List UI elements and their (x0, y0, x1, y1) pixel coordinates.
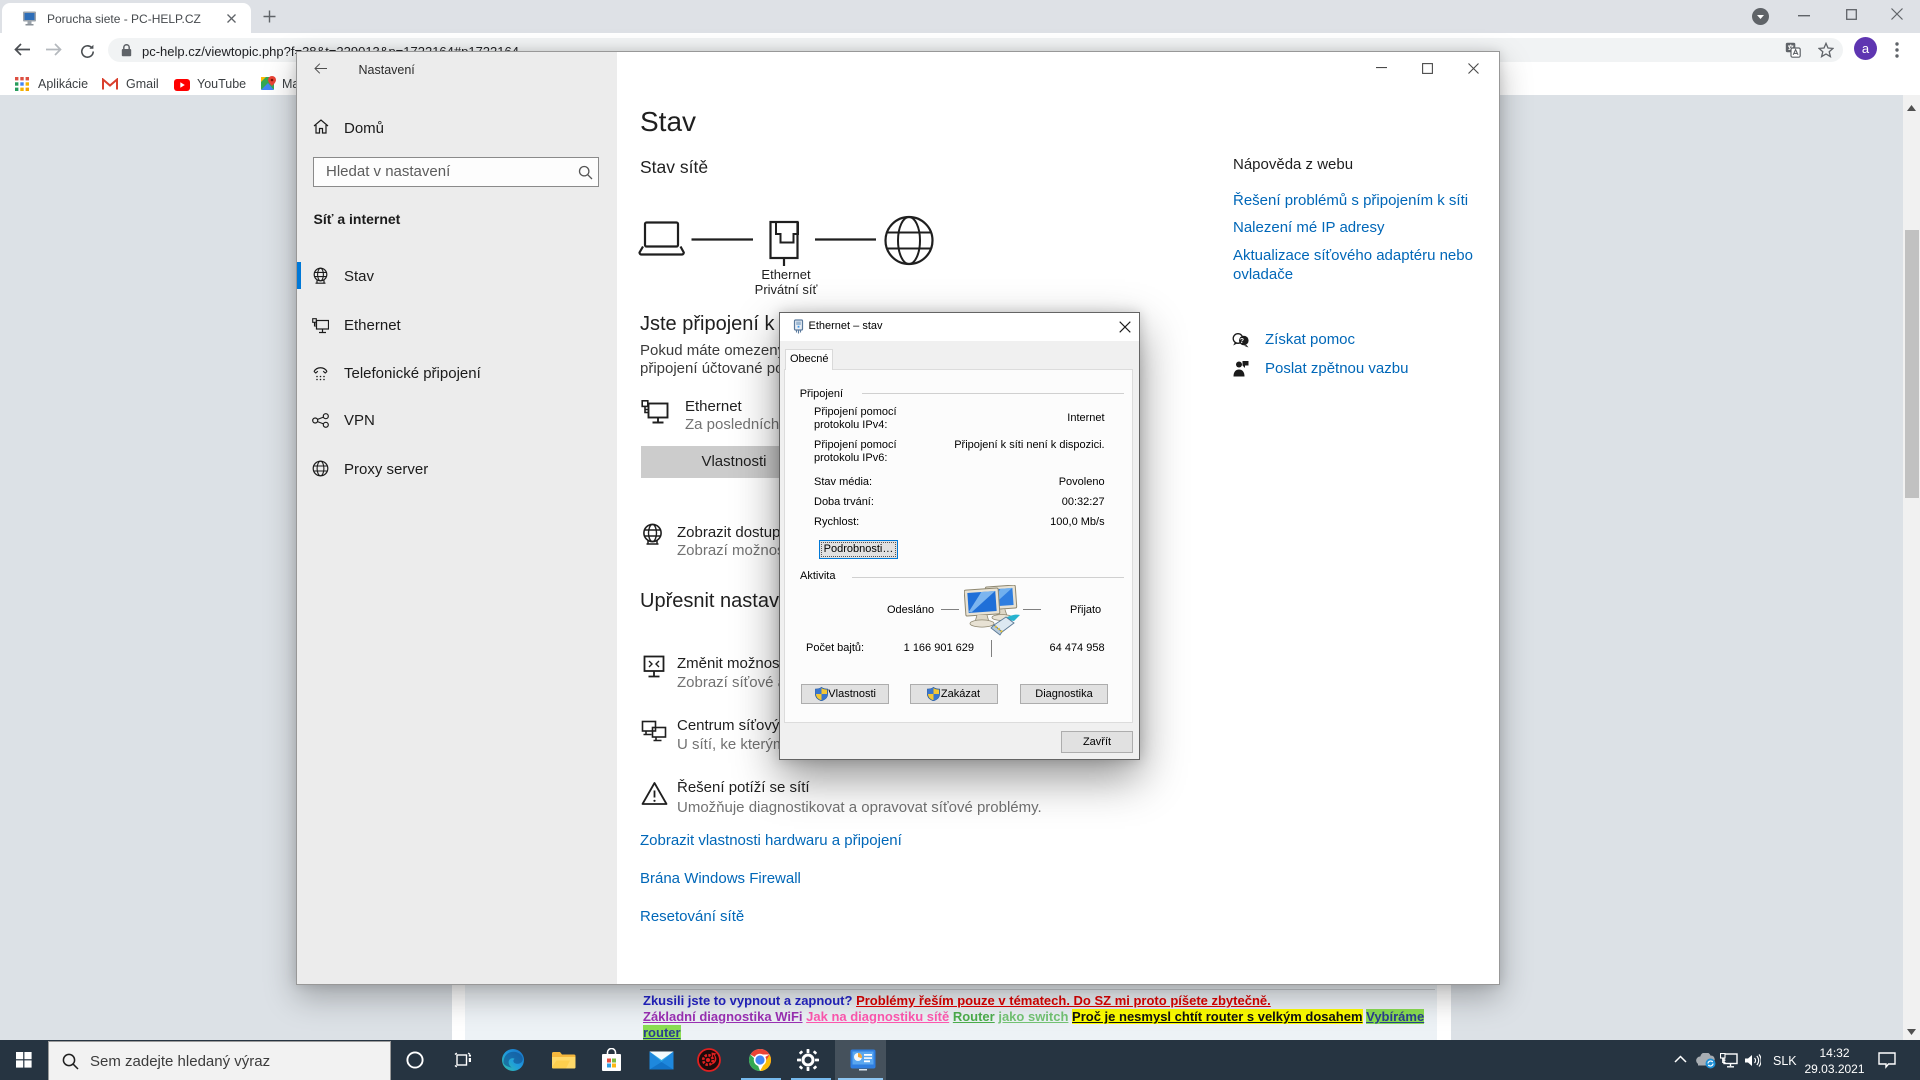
svg-text:?: ? (1240, 338, 1244, 345)
